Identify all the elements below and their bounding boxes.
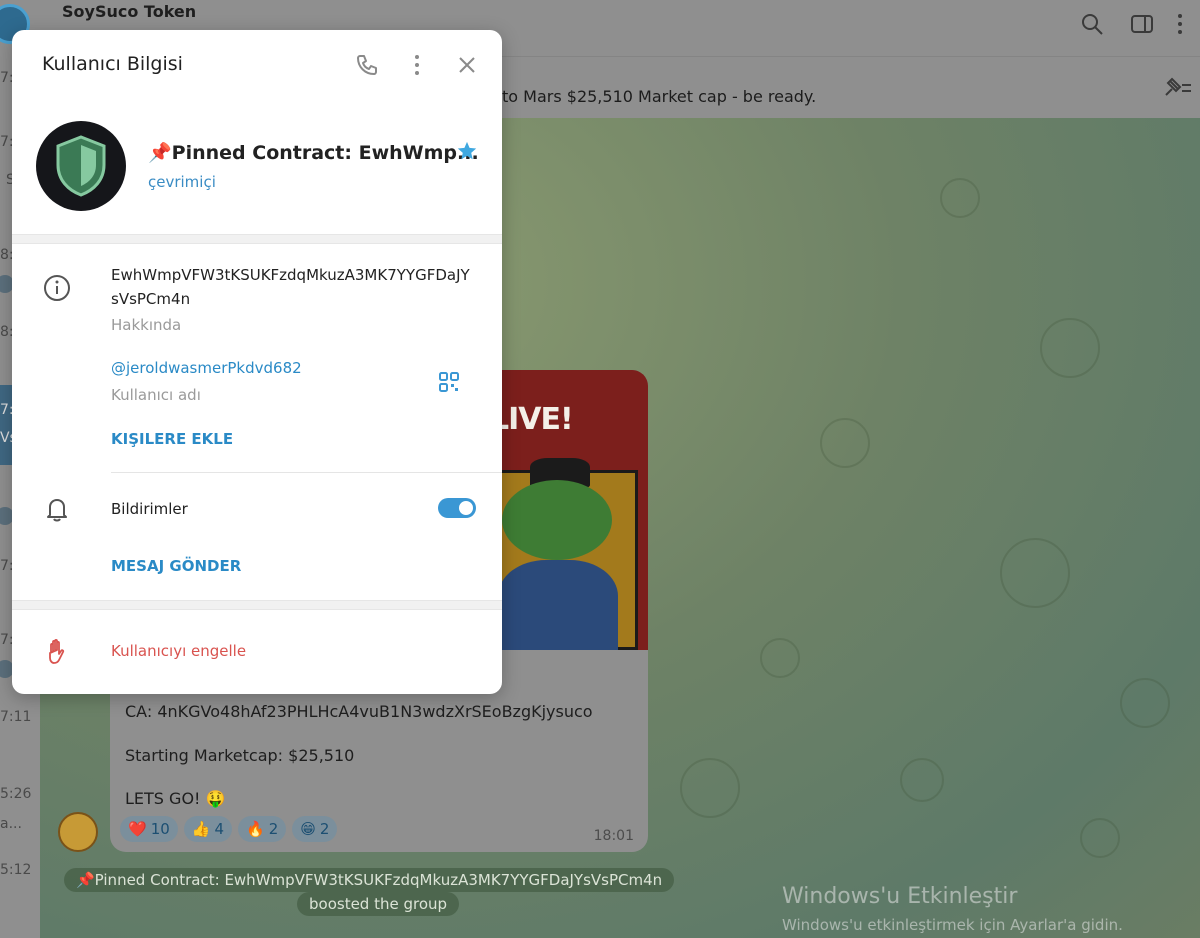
- notifications-label: Bildirimler: [111, 500, 188, 518]
- pinned-message-text: to Mars $25,510 Market cap - be ready.: [502, 87, 817, 106]
- background-doodle: [1040, 318, 1100, 378]
- notifications-toggle[interactable]: [438, 498, 476, 518]
- pinned-list-icon[interactable]: [1162, 75, 1192, 99]
- selected-chat-highlight[interactable]: [0, 385, 12, 465]
- close-icon[interactable]: [455, 53, 479, 77]
- reaction-count: 4: [214, 820, 225, 838]
- background-doodle: [820, 418, 870, 468]
- service-message-boost: boosted the group: [297, 892, 460, 916]
- background-doodle: [760, 638, 800, 678]
- service-message-pinned: 📌Pinned Contract: EwhWmpVFW3tKSUKFzdqMku…: [64, 868, 675, 892]
- image-character-face: [502, 480, 612, 560]
- fire-emoji-icon: 🔥: [246, 820, 265, 838]
- heart-emoji-icon: ❤️: [128, 820, 147, 838]
- background-doodle: [680, 758, 740, 818]
- chat-time: 7:11: [0, 709, 32, 725]
- message-text-line: Starting Marketcap: $25,510: [125, 746, 355, 765]
- phone-icon[interactable]: [355, 53, 379, 77]
- message-time: 18:01: [593, 828, 634, 844]
- thumbs-up-emoji-icon: 👍: [191, 820, 211, 838]
- send-message-button[interactable]: MESAJ GÖNDER: [111, 557, 241, 575]
- windows-activation-subtitle: Windows'u etkinleştirmek için Ayarlar'a …: [782, 916, 1123, 934]
- sender-avatar[interactable]: [58, 812, 98, 852]
- reactions-bar: ❤️ 10 👍 4 🔥 2 😁 2: [120, 816, 338, 842]
- block-user-button[interactable]: Kullanıcıyı engelle: [111, 642, 246, 660]
- reaction-count: 2: [319, 820, 330, 838]
- add-to-contacts-button[interactable]: KIŞILERE EKLE: [111, 430, 233, 448]
- qr-code-icon[interactable]: [438, 371, 460, 393]
- message-text-line: CA: 4nKGVo48hAf23PHLHcA4vuB1N3wdzXrSEoBz…: [125, 702, 593, 721]
- bell-icon: [47, 499, 67, 522]
- message-text-line: LETS GO! 🤑: [125, 789, 226, 808]
- section-divider: [12, 600, 502, 610]
- row-divider: [111, 472, 502, 473]
- grin-emoji-icon: 😁: [300, 820, 316, 838]
- reaction-thumbs-up[interactable]: 👍 4: [183, 816, 233, 842]
- bio-caption: Hakkında: [111, 316, 182, 334]
- background-doodle: [900, 758, 944, 802]
- username-link[interactable]: @jeroldwasmerPkdvd682: [111, 359, 302, 377]
- sidebar-toggle-icon[interactable]: [1130, 12, 1154, 36]
- windows-activation-title: Windows'u Etkinleştir: [782, 884, 1018, 909]
- more-menu-icon[interactable]: [1168, 12, 1192, 36]
- background-doodle: [1120, 678, 1170, 728]
- image-banner-text: LIVE!: [490, 402, 574, 437]
- verified-star-icon: [457, 141, 477, 160]
- background-doodle: [1000, 538, 1070, 608]
- bio-text: EwhWmpVFW3tKSUKFzdqMkuzA3MK7YYGFDaJYsVsP…: [111, 266, 470, 308]
- section-divider: [12, 234, 502, 244]
- chat-fragment: a...: [0, 816, 22, 832]
- reaction-fire[interactable]: 🔥 2: [238, 816, 287, 842]
- background-doodle: [1080, 818, 1120, 858]
- search-icon[interactable]: [1080, 12, 1104, 36]
- chat-time: 5:12: [0, 862, 32, 878]
- reaction-grin[interactable]: 😁 2: [292, 816, 338, 842]
- reaction-count: 2: [268, 820, 279, 838]
- profile-avatar[interactable]: [36, 121, 126, 211]
- more-options-icon[interactable]: [405, 53, 429, 77]
- reaction-heart[interactable]: ❤️ 10: [120, 816, 178, 842]
- shield-icon: [56, 135, 106, 197]
- online-status: çevrimiçi: [148, 173, 216, 191]
- reaction-count: 10: [150, 820, 170, 838]
- dialog-title: Kullanıcı Bilgisi: [42, 53, 183, 75]
- info-icon: [44, 275, 70, 301]
- user-info-dialog: Kullanıcı Bilgisi 📌Pinned Contract: EwhW…: [12, 30, 502, 694]
- block-hand-icon: [49, 638, 65, 664]
- background-doodle: [940, 178, 980, 218]
- username-caption: Kullanıcı adı: [111, 386, 201, 404]
- chat-time: 5:26: [0, 786, 32, 802]
- profile-name: 📌Pinned Contract: EwhWmp...: [148, 142, 479, 164]
- image-character-body: [498, 560, 618, 650]
- chat-title[interactable]: SoySuco Token: [62, 2, 196, 21]
- toggle-knob: [457, 499, 475, 517]
